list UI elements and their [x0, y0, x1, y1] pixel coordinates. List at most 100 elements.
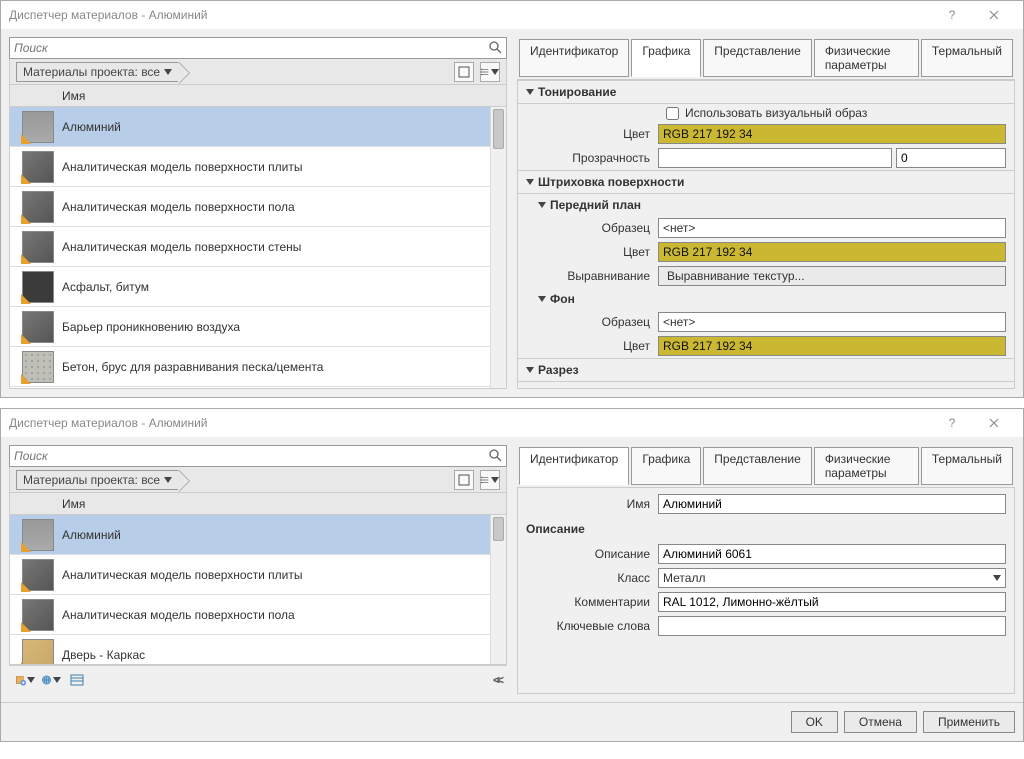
use-render-appearance-checkbox[interactable] [666, 107, 679, 120]
tab-identity[interactable]: Идентификатор [519, 39, 629, 77]
label-fg-color: Цвет [518, 245, 658, 259]
project-materials-filter[interactable]: Материалы проекта: все [16, 62, 179, 82]
material-name: Дверь - Каркас [62, 648, 145, 662]
dropdown-icon [491, 477, 499, 483]
collapse-panel-button[interactable]: << [493, 673, 501, 687]
expand-icon [538, 202, 546, 208]
dropdown-icon [164, 69, 172, 75]
search-input[interactable] [14, 41, 488, 55]
help-button[interactable]: ? [931, 1, 973, 29]
section-cut[interactable]: Разрез [518, 358, 1014, 382]
project-materials-filter[interactable]: Материалы проекта: все [16, 470, 179, 490]
help-button[interactable]: ? [931, 409, 973, 437]
list-item[interactable]: Барьер проникновению воздуха [10, 307, 506, 347]
list-item[interactable]: Бетон, брус для разравнивания песка/цеме… [10, 347, 506, 387]
comments-field[interactable] [658, 592, 1006, 612]
library-button[interactable] [41, 670, 61, 690]
tab-physical[interactable]: Физические параметры [814, 39, 919, 77]
new-material-button[interactable] [15, 670, 35, 690]
subsection-foreground[interactable]: Передний план [518, 194, 1014, 216]
description-field[interactable] [658, 544, 1006, 564]
tab-thermal[interactable]: Термальный [921, 39, 1013, 77]
section-shading[interactable]: Тонирование [518, 80, 1014, 104]
subsection-background[interactable]: Фон [518, 288, 1014, 310]
material-name: Бетон, брус для разравнивания песка/цеме… [62, 360, 323, 374]
dropdown-icon [53, 677, 61, 683]
expand-icon [526, 367, 534, 373]
apply-button[interactable]: Применить [923, 711, 1015, 733]
scrollbar[interactable] [490, 107, 506, 388]
list-item[interactable]: Алюминий [10, 515, 506, 555]
tab-thermal[interactable]: Термальный [921, 447, 1013, 485]
tab-physical[interactable]: Физические параметры [814, 447, 919, 485]
material-name: Аналитическая модель поверхности пола [62, 608, 295, 622]
ok-button[interactable]: OK [791, 711, 838, 733]
cancel-button[interactable]: Отмена [844, 711, 917, 733]
scroll-thumb[interactable] [493, 517, 504, 541]
left-panel: Материалы проекта: все Имя Алюминий [9, 445, 507, 694]
label-comments: Комментарии [518, 595, 658, 609]
transparency-value[interactable]: 0 [896, 148, 1006, 168]
foreground-color-field[interactable]: RGB 217 192 34 [658, 242, 1006, 262]
material-name: Аналитическая модель поверхности пола [62, 200, 295, 214]
list-item[interactable]: Аналитическая модель поверхности плиты [10, 555, 506, 595]
view-mode-grid-button[interactable] [454, 470, 474, 490]
tab-bar: Идентификатор Графика Представление Физи… [517, 445, 1015, 487]
keywords-field[interactable] [658, 616, 1006, 636]
right-panel: Идентификатор Графика Представление Физи… [517, 37, 1015, 389]
search-input[interactable] [14, 449, 488, 463]
list-item[interactable]: Аналитическая модель поверхности плиты [10, 147, 506, 187]
material-thumbnail [22, 231, 54, 263]
class-dropdown[interactable]: Металл [658, 568, 1006, 588]
material-thumbnail [22, 191, 54, 223]
close-button[interactable] [973, 1, 1015, 29]
list-item[interactable]: Аналитическая модель поверхности пола [10, 595, 506, 635]
search-icon [488, 448, 502, 465]
view-mode-list-button[interactable] [480, 470, 500, 490]
filter-row: Материалы проекта: все [9, 59, 507, 85]
label-bg-pattern: Образец [518, 315, 658, 329]
search-box[interactable] [9, 445, 507, 467]
dropdown-icon [27, 677, 35, 683]
close-icon [989, 10, 999, 20]
column-header-name[interactable]: Имя [9, 493, 507, 515]
foreground-pattern-field[interactable]: <нет> [658, 218, 1006, 238]
list-item[interactable]: Алюминий [10, 107, 506, 147]
tab-graphics[interactable]: Графика [631, 447, 701, 485]
asset-browser-button[interactable] [67, 670, 87, 690]
background-color-field[interactable]: RGB 217 192 34 [658, 336, 1006, 356]
window-title: Диспетчер материалов - Алюминий [9, 8, 931, 22]
tab-appearance[interactable]: Представление [703, 39, 812, 77]
material-name: Аналитическая модель поверхности плиты [62, 568, 302, 582]
section-surface-pattern[interactable]: Штриховка поверхности [518, 170, 1014, 194]
label-name: Имя [518, 497, 658, 511]
list-item[interactable]: Дверь - Каркас [10, 635, 506, 665]
material-manager-window-1: Диспетчер материалов - Алюминий ? Матери… [0, 0, 1024, 398]
material-name: Асфальт, битум [62, 280, 149, 294]
search-box[interactable] [9, 37, 507, 59]
column-header-name[interactable]: Имя [9, 85, 507, 107]
material-thumbnail [22, 271, 54, 303]
list-item[interactable]: Аналитическая модель поверхности пола [10, 187, 506, 227]
view-mode-list-button[interactable] [480, 62, 500, 82]
shading-color-field[interactable]: RGB 217 192 34 [658, 124, 1006, 144]
transparency-slider[interactable] [658, 148, 892, 168]
tab-graphics[interactable]: Графика [631, 39, 701, 77]
expand-icon [538, 296, 546, 302]
filter-row: Материалы проекта: все [9, 467, 507, 493]
list-item[interactable]: Аналитическая модель поверхности стены [10, 227, 506, 267]
dropdown-icon [164, 477, 172, 483]
scroll-thumb[interactable] [493, 109, 504, 149]
tab-identity[interactable]: Идентификатор [519, 447, 629, 485]
view-mode-grid-button[interactable] [454, 62, 474, 82]
background-pattern-field[interactable]: <нет> [658, 312, 1006, 332]
list-item[interactable]: Асфальт, битум [10, 267, 506, 307]
close-button[interactable] [973, 409, 1015, 437]
material-manager-window-2: Диспетчер материалов - Алюминий ? Матери… [0, 408, 1024, 742]
tab-appearance[interactable]: Представление [703, 447, 812, 485]
material-thumbnail [22, 519, 54, 551]
material-name-field[interactable] [658, 494, 1006, 514]
scrollbar[interactable] [490, 515, 506, 664]
texture-alignment-button[interactable]: Выравнивание текстур... [658, 266, 1006, 286]
label-class: Класс [518, 571, 658, 585]
